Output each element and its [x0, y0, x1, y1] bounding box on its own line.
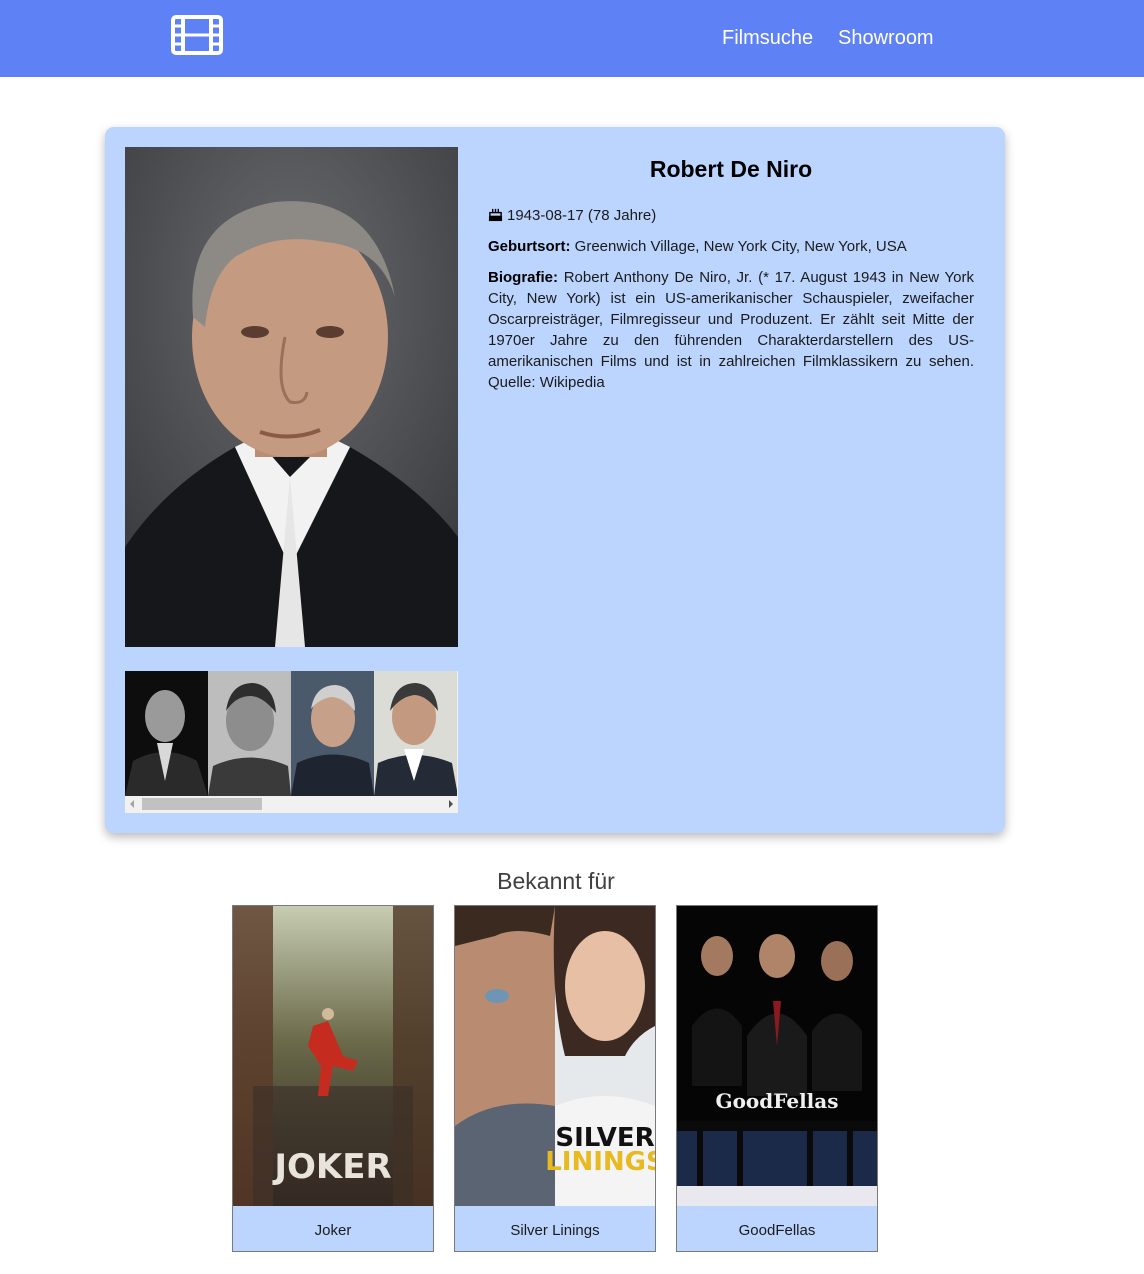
gallery-thumbnail[interactable]: [374, 671, 457, 796]
gallery-strip: [125, 671, 458, 796]
gallery-scrollbar[interactable]: [125, 796, 458, 813]
birthplace-label: Geburtsort:: [488, 238, 571, 255]
film-icon[interactable]: [171, 15, 223, 55]
movie-card-goodfellas[interactable]: GoodFellas GoodFellas: [676, 905, 878, 1252]
nav-link-filmsuche[interactable]: Filmsuche: [722, 26, 813, 50]
movie-poster[interactable]: GoodFellas: [677, 906, 877, 1206]
nav-link-showroom[interactable]: Showroom: [838, 26, 934, 50]
movie-title[interactable]: Silver Linings: [455, 1206, 655, 1251]
gallery-thumbnail[interactable]: [208, 671, 291, 796]
person-name: Robert De Niro: [649, 156, 813, 182]
gallery-thumbnail[interactable]: [291, 671, 374, 796]
movie-title[interactable]: Joker: [233, 1206, 433, 1251]
person-info: Robert De Niro 1943-08-17 (78 Jahre) Geb…: [488, 147, 974, 393]
movie-card-silver-linings[interactable]: SILVER LININGS Silver Linings: [454, 905, 656, 1252]
scroll-right-arrow-icon[interactable]: [449, 800, 453, 808]
navbar: Filmsuche Showroom: [0, 0, 1144, 77]
person-photo: [125, 147, 458, 647]
biography-label: Biografie:: [488, 269, 559, 286]
known-for-heading: Bekannt für: [497, 868, 615, 894]
scroll-left-arrow-icon[interactable]: [130, 800, 134, 808]
photo-gallery[interactable]: [125, 671, 458, 813]
poster-text-line2: LININGS: [545, 1147, 655, 1177]
birthplace: Geburtsort: Greenwich Village, New York …: [488, 236, 974, 257]
movie-poster[interactable]: SILVER LININGS: [455, 906, 655, 1206]
birth-date: 1943-08-17 (78 Jahre): [488, 205, 974, 226]
biography: Biografie: Robert Anthony De Niro, Jr. (…: [488, 267, 974, 393]
birth-date-text: 1943-08-17 (78 Jahre): [507, 207, 657, 224]
poster-text: GoodFellas: [716, 1089, 839, 1113]
birthday-cake-icon: [488, 208, 503, 222]
person-card: Robert De Niro 1943-08-17 (78 Jahre) Geb…: [105, 127, 1005, 833]
movie-poster[interactable]: JOKER: [233, 906, 433, 1206]
biography-text: Robert Anthony De Niro, Jr. (* 17. Augus…: [488, 269, 975, 391]
movie-title[interactable]: GoodFellas: [677, 1206, 877, 1251]
poster-text: JOKER: [272, 1147, 391, 1187]
movie-card-joker[interactable]: JOKER Joker: [232, 905, 434, 1252]
birthplace-value: Greenwich Village, New York City, New Yo…: [574, 238, 907, 255]
gallery-thumbnail[interactable]: [125, 671, 208, 796]
scrollbar-thumb[interactable]: [142, 798, 262, 810]
